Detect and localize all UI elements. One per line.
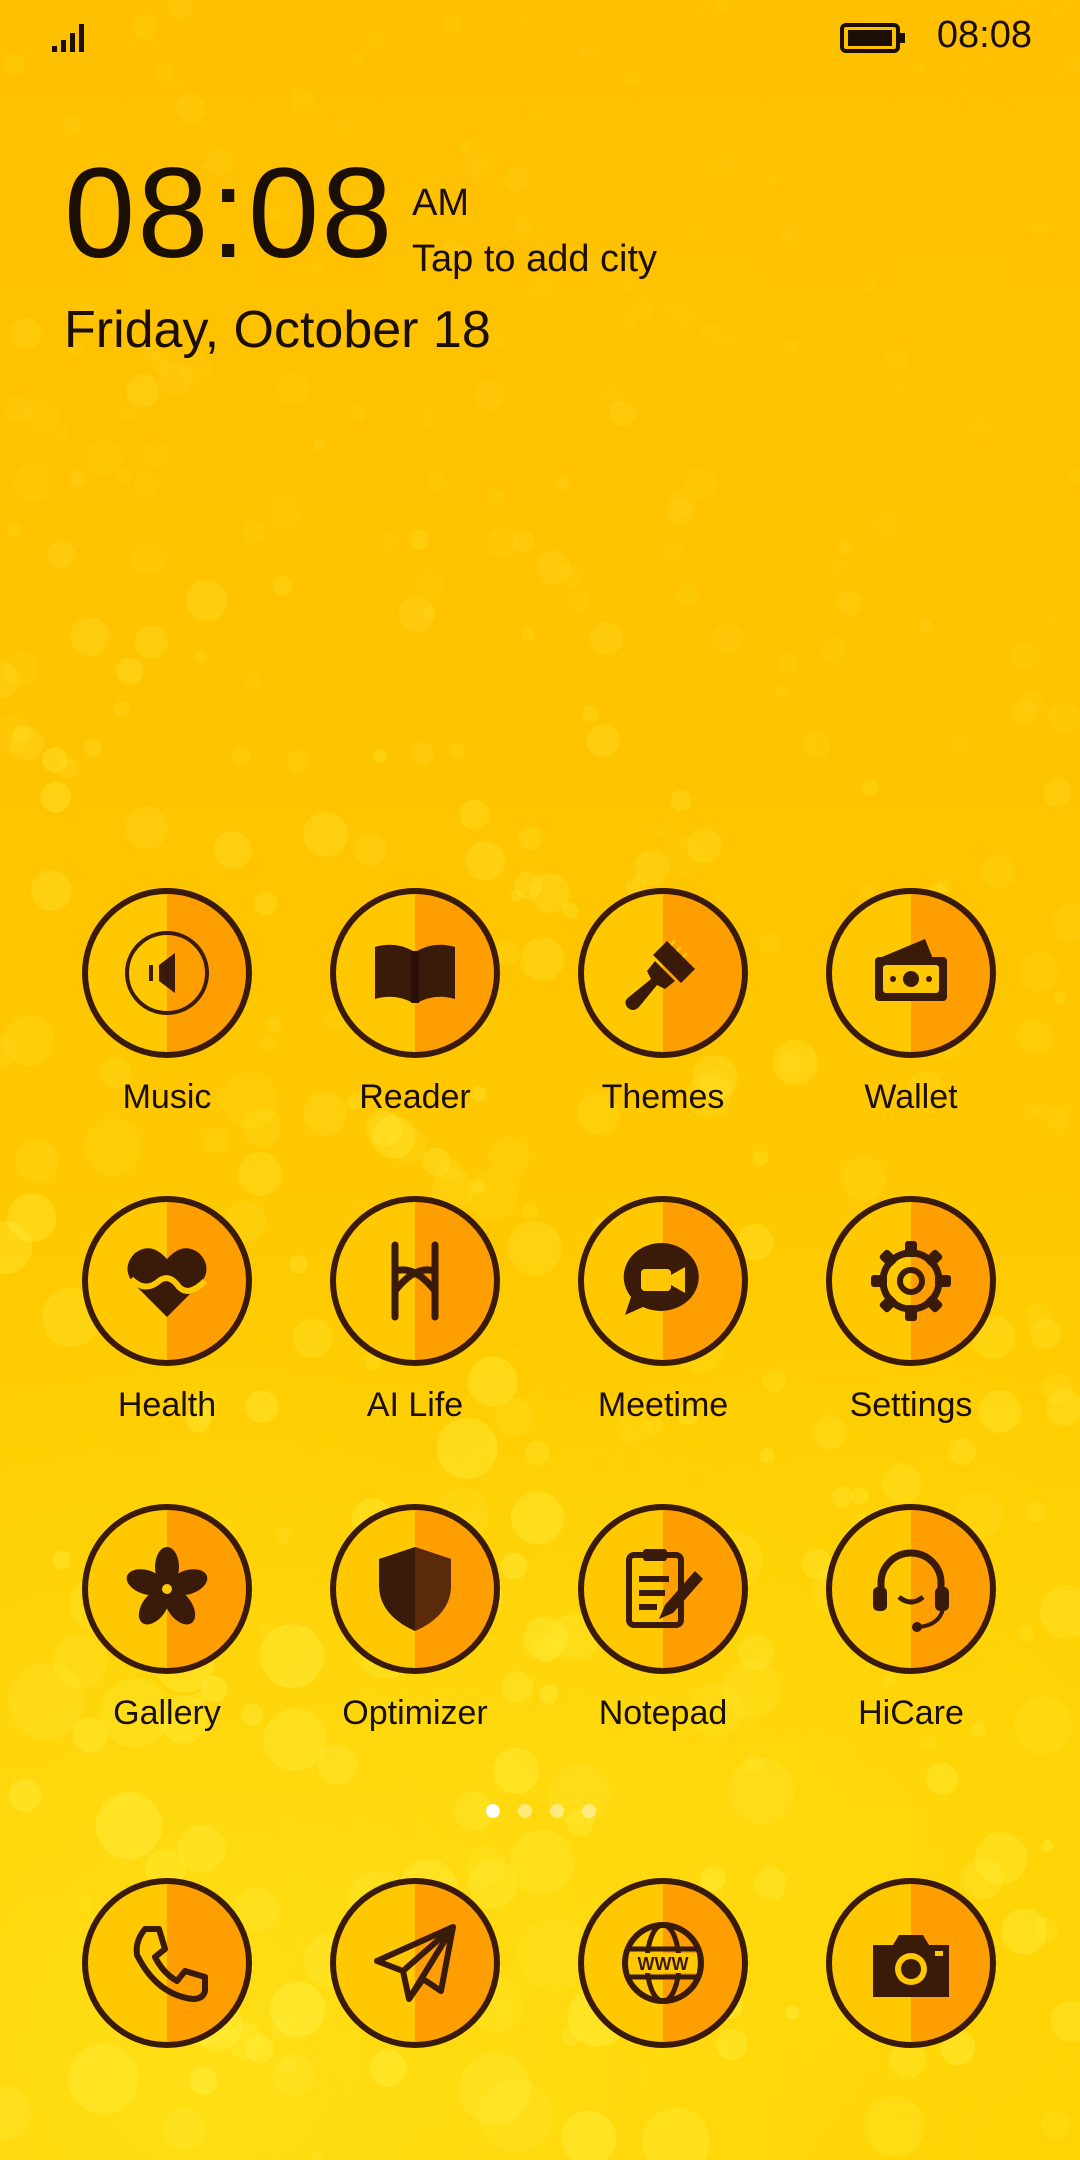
app-optimizer[interactable]: Optimizer — [300, 1504, 520, 1764]
app-gallery[interactable]: Gallery — [52, 1504, 272, 1764]
paper-plane-icon — [330, 1878, 500, 2048]
app-label: Reader — [359, 1078, 471, 1116]
page-dot-active[interactable] — [486, 1804, 500, 1818]
music-icon — [82, 888, 252, 1058]
phone-icon — [82, 1878, 252, 2048]
app-health[interactable]: Health — [52, 1196, 272, 1456]
clock-date[interactable]: Friday, October 18 — [64, 300, 491, 360]
page-indicator[interactable] — [480, 1804, 600, 1820]
app-wallet[interactable]: Wallet — [796, 888, 1016, 1148]
heart-icon — [82, 1196, 252, 1366]
shield-icon — [330, 1504, 500, 1674]
video-chat-icon — [578, 1196, 748, 1366]
app-label: Meetime — [597, 1386, 729, 1424]
flower-icon — [82, 1504, 252, 1674]
notepad-icon — [578, 1504, 748, 1674]
gear-icon — [826, 1196, 996, 1366]
app-themes[interactable]: Themes — [548, 888, 768, 1148]
app-label: Health — [117, 1386, 217, 1424]
dock-browser[interactable]: WWW — [548, 1878, 768, 2138]
app-settings[interactable]: Settings — [796, 1196, 1016, 1456]
app-meetime[interactable]: Meetime — [548, 1196, 768, 1456]
app-label: AI Life — [366, 1386, 464, 1424]
app-label: HiCare — [858, 1694, 964, 1732]
app-label: Gallery — [113, 1694, 221, 1732]
clock-ampm: AM — [412, 182, 469, 224]
dock-phone[interactable] — [52, 1878, 272, 2138]
page-dot[interactable] — [518, 1804, 532, 1818]
app-ai-life[interactable]: AI Life — [300, 1196, 520, 1456]
app-notepad[interactable]: Notepad — [548, 1504, 768, 1764]
dock-camera[interactable] — [796, 1878, 1016, 2138]
status-bar: 08:08 — [0, 0, 1080, 80]
signal-icon — [52, 24, 84, 52]
page-dot[interactable] — [550, 1804, 564, 1818]
app-label: Optimizer — [342, 1694, 488, 1732]
app-reader[interactable]: Reader — [300, 888, 520, 1148]
svg-text:WWW: WWW — [638, 1954, 689, 1974]
wallet-icon — [826, 888, 996, 1058]
app-label: Notepad — [598, 1694, 728, 1732]
headset-icon — [826, 1504, 996, 1674]
page-dot[interactable] — [582, 1804, 596, 1818]
dock-messages[interactable] — [300, 1878, 520, 2138]
app-label: Wallet — [864, 1078, 958, 1116]
camera-icon — [826, 1878, 996, 2048]
app-label: Themes — [601, 1078, 725, 1116]
brush-icon — [578, 888, 748, 1058]
book-icon — [330, 888, 500, 1058]
add-city-link[interactable]: Tap to add city — [412, 238, 657, 281]
status-time: 08:08 — [936, 14, 1032, 56]
app-music[interactable]: Music — [52, 888, 272, 1148]
app-label: Music — [122, 1078, 212, 1116]
battery-icon — [840, 23, 905, 53]
ai-life-icon — [330, 1196, 500, 1366]
app-hicare[interactable]: HiCare — [796, 1504, 1016, 1764]
clock-time[interactable]: 08:08 — [64, 150, 394, 278]
app-label: Settings — [849, 1386, 973, 1424]
globe-www-icon: WWW — [578, 1878, 748, 2048]
